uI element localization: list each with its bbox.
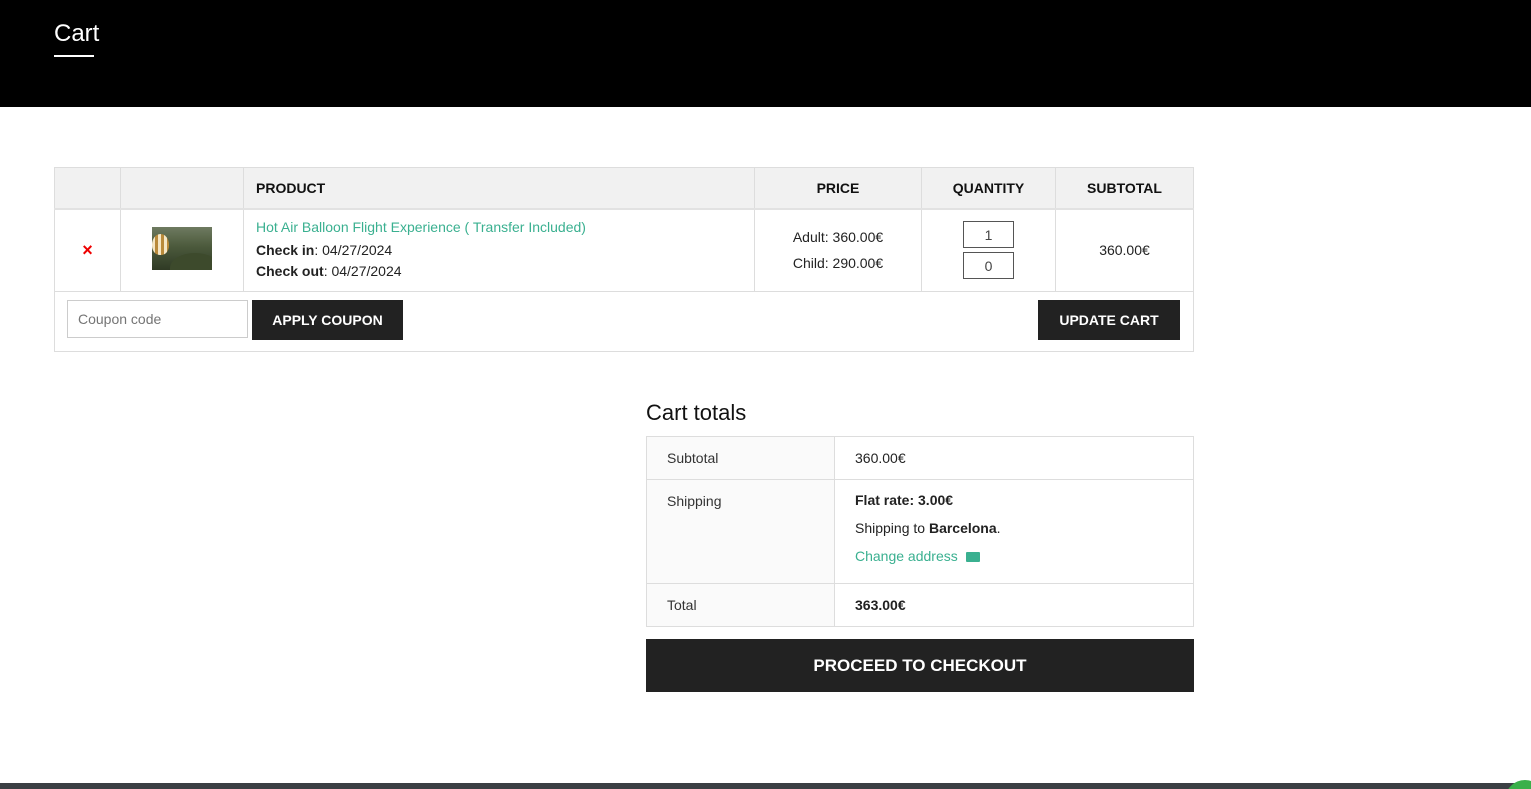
check-out-value: : 04/27/2024 [323, 262, 402, 279]
cart-actions: APPLY COUPON UPDATE CART [54, 291, 1194, 352]
apply-coupon-button[interactable]: APPLY COUPON [252, 300, 403, 340]
check-in-line: Check in: 04/27/2024 [256, 240, 754, 261]
check-out-line: Check out: 04/27/2024 [256, 261, 754, 282]
proceed-to-checkout-button[interactable]: PROCEED TO CHECKOUT [646, 639, 1194, 692]
hill-shape [170, 253, 212, 271]
cart-totals-title: Cart totals [646, 400, 747, 425]
price-adult: Adult: 360.00€ [792, 229, 884, 246]
shipping-city: Barcelona [928, 520, 997, 536]
totals-row-shipping: Shipping Flat rate: 3.00€ Shipping to Ba… [646, 479, 1194, 584]
price-child: Child: 290.00€ [792, 255, 884, 272]
shipping-rate: Flat rate: 3.00€ [855, 492, 954, 508]
title-underline [54, 55, 94, 57]
update-cart-button[interactable]: UPDATE CART [1038, 300, 1180, 340]
shipping-label: Shipping [646, 479, 835, 584]
truck-icon [965, 552, 980, 562]
page-header: Cart [0, 0, 1531, 107]
column-header-price: PRICE [754, 167, 922, 210]
total-value: 363.00€ [855, 597, 906, 613]
footer-strip [0, 783, 1531, 789]
quantity-adult-input[interactable] [963, 221, 1014, 249]
column-header-product: PRODUCT [243, 167, 755, 210]
totals-row-total: Total 363.00€ [646, 583, 1194, 627]
cart-table-header: PRODUCT PRICE QUANTITY SUBTOTAL [54, 167, 1194, 210]
total-label: Total [646, 583, 835, 627]
remove-item-icon[interactable]: × [82, 240, 93, 260]
cart-totals-table: Subtotal 360.00€ Shipping Flat rate: 3.0… [646, 436, 1194, 627]
cart-table: PRODUCT PRICE QUANTITY SUBTOTAL × Hot Ai… [54, 167, 1194, 292]
coupon-code-input[interactable] [67, 300, 248, 338]
column-header-remove [54, 167, 121, 210]
column-header-subtotal: SUBTOTAL [1055, 167, 1194, 210]
page-title: Cart [54, 20, 100, 47]
change-address-link[interactable]: Change address [855, 548, 958, 564]
balloon-icon [152, 234, 169, 256]
shipping-to-prefix: Shipping to [855, 520, 929, 536]
totals-row-subtotal: Subtotal 360.00€ [646, 436, 1194, 480]
product-name-link[interactable]: Hot Air Balloon Flight Experience ( Tran… [256, 219, 754, 235]
subtotal-label: Subtotal [646, 436, 835, 480]
check-out-label: Check out [256, 262, 324, 279]
column-header-thumbnail [120, 167, 244, 210]
product-thumbnail[interactable] [152, 227, 212, 271]
subtotal-value: 360.00€ [834, 436, 1194, 480]
check-in-value: : 04/27/2024 [314, 241, 393, 258]
quantity-child-input[interactable] [963, 252, 1014, 280]
table-row: × Hot Air Balloon Flight Experience ( Tr… [54, 208, 1194, 292]
column-header-quantity: QUANTITY [921, 167, 1056, 210]
shipping-destination: Shipping to Barcelona. [855, 514, 1173, 542]
check-in-label: Check in [256, 241, 315, 258]
shipping-to-suffix: . [996, 520, 1001, 536]
row-subtotal: 360.00€ [1055, 208, 1194, 292]
